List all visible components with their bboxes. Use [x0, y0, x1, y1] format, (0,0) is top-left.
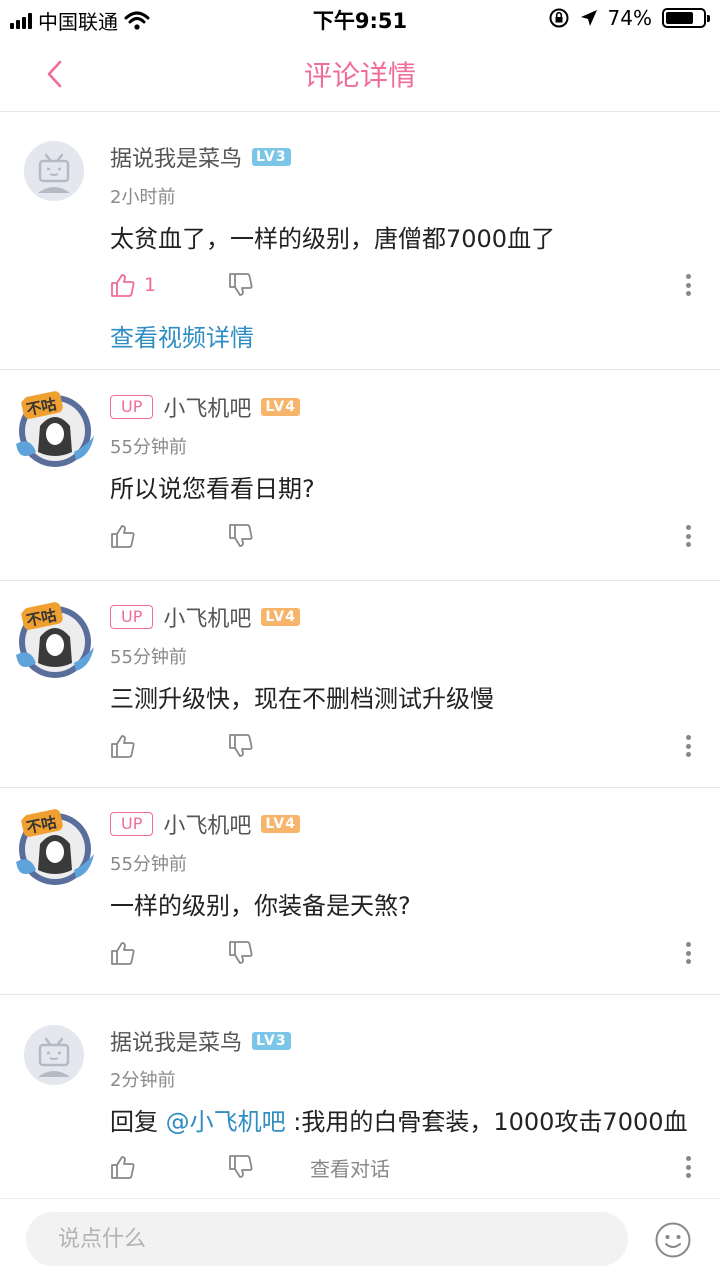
more-dots-icon[interactable] [678, 732, 698, 760]
comment-item: 据说我是菜鸟 LV3 2小时前 太贫血了，一样的级别，唐僧都7000血了 1 查… [0, 113, 720, 370]
more-dots-icon[interactable] [678, 271, 698, 299]
comment-header: UP 小飞机吧 LV4 [110, 808, 300, 840]
comment-item: 不咕 UP 小飞机吧 LV4 55分钟前 所以说您看看日期? [0, 370, 720, 581]
thumb-up-icon [111, 274, 135, 297]
level-badge: LV4 [261, 608, 300, 626]
emoji-icon[interactable] [654, 1221, 692, 1259]
username[interactable]: 小飞机吧 [163, 601, 251, 633]
page-title: 评论详情 [303, 59, 416, 92]
thumb-down-icon [229, 1155, 253, 1178]
comment-input-bar [0, 1198, 720, 1280]
up-badge: UP [110, 812, 154, 836]
comment-time: 2小时前 [110, 187, 176, 208]
thumb-up-icon [111, 942, 135, 965]
comment-item: 不咕 UP 小飞机吧 LV4 55分钟前 三测升级快，现在不删档测试升级慢 [0, 581, 720, 788]
up-badge: UP [110, 605, 154, 629]
username[interactable]: 据说我是菜鸟 [110, 1025, 242, 1057]
thumb-down-icon [229, 734, 253, 757]
up-avatar-icon[interactable]: 不咕 [12, 386, 98, 472]
status-bar: 中国联通 下午9:51 74% [0, 0, 720, 36]
level-badge: LV3 [252, 148, 291, 166]
more-dots-icon[interactable] [678, 522, 698, 550]
level-badge: LV3 [252, 1032, 291, 1050]
battery-percent: 74% [607, 6, 652, 30]
thumb-down-icon [229, 273, 253, 296]
comment-time: 55分钟前 [110, 854, 187, 875]
more-dots-icon[interactable] [678, 939, 698, 967]
like-button[interactable] [110, 940, 228, 966]
dislike-button[interactable] [228, 940, 310, 966]
up-avatar-icon[interactable]: 不咕 [12, 804, 98, 890]
thumb-down-icon [229, 941, 253, 964]
comment-text: 一样的级别，你装备是天煞? [110, 892, 411, 920]
comment-item: 据说我是菜鸟 LV3 2分钟前 回复 @小飞机吧 :我用的白骨套装，1000攻击… [0, 995, 720, 1197]
like-count: 1 [144, 274, 157, 296]
comment-actions: 1 [110, 271, 710, 299]
location-icon [580, 10, 597, 26]
view-video-detail-link[interactable]: 查看视频详情 [110, 318, 254, 353]
comment-actions: 查看对话 [110, 1153, 710, 1181]
username[interactable]: 据说我是菜鸟 [110, 141, 242, 173]
comment-time: 55分钟前 [110, 647, 187, 668]
up-avatar-icon[interactable]: 不咕 [12, 597, 98, 683]
comment-actions [110, 522, 710, 550]
username[interactable]: 小飞机吧 [163, 808, 251, 840]
username[interactable]: 小飞机吧 [163, 391, 251, 423]
comment-actions [110, 939, 710, 967]
default-avatar-icon[interactable] [24, 141, 84, 201]
comment-actions [110, 732, 710, 760]
comment-header: 据说我是菜鸟 LV3 [110, 1025, 291, 1057]
reply-prefix: 回复 [110, 1108, 166, 1136]
up-badge: UP [110, 395, 154, 419]
view-conversation-link[interactable]: 查看对话 [310, 1153, 390, 1182]
thumb-up-icon [111, 735, 135, 758]
reply-body: :我用的白骨套装，1000攻击7000血 [285, 1108, 688, 1136]
lock-rotation-icon [549, 8, 569, 28]
dislike-button[interactable] [228, 523, 310, 549]
default-avatar-icon[interactable] [24, 1025, 84, 1085]
comment-text: 回复 @小飞机吧 :我用的白骨套装，1000攻击7000血 [110, 1102, 688, 1137]
more-dots-icon[interactable] [678, 1153, 698, 1181]
dislike-button[interactable] [228, 272, 310, 298]
comment-header: UP 小飞机吧 LV4 [110, 391, 300, 423]
status-right: 74% [548, 6, 710, 30]
comment-time: 55分钟前 [110, 437, 187, 458]
comment-time: 2分钟前 [110, 1070, 176, 1091]
comment-header: 据说我是菜鸟 LV3 [110, 141, 291, 173]
mention-link[interactable]: @小飞机吧 [166, 1108, 286, 1136]
nav-bar: 评论详情 [0, 36, 720, 112]
dislike-button[interactable] [228, 733, 310, 759]
level-badge: LV4 [261, 815, 300, 833]
thumb-up-icon [111, 1156, 135, 1179]
comment-list: 据说我是菜鸟 LV3 2小时前 太贫血了，一样的级别，唐僧都7000血了 1 查… [0, 113, 720, 1197]
comment-input[interactable] [26, 1212, 628, 1266]
like-button[interactable] [110, 733, 228, 759]
like-button[interactable] [110, 523, 228, 549]
battery-icon [662, 8, 710, 28]
comment-header: UP 小飞机吧 LV4 [110, 601, 300, 633]
dislike-button[interactable] [228, 1154, 310, 1180]
comment-text: 太贫血了，一样的级别，唐僧都7000血了 [110, 225, 556, 253]
comment-text: 三测升级快，现在不删档测试升级慢 [110, 685, 494, 713]
comment-text: 所以说您看看日期? [110, 475, 315, 503]
level-badge: LV4 [261, 398, 300, 416]
comment-item: 不咕 UP 小飞机吧 LV4 55分钟前 一样的级别，你装备是天煞? [0, 788, 720, 995]
like-button[interactable] [110, 1154, 228, 1180]
like-button[interactable]: 1 [110, 272, 228, 298]
thumb-up-icon [111, 525, 135, 548]
thumb-down-icon [229, 524, 253, 547]
